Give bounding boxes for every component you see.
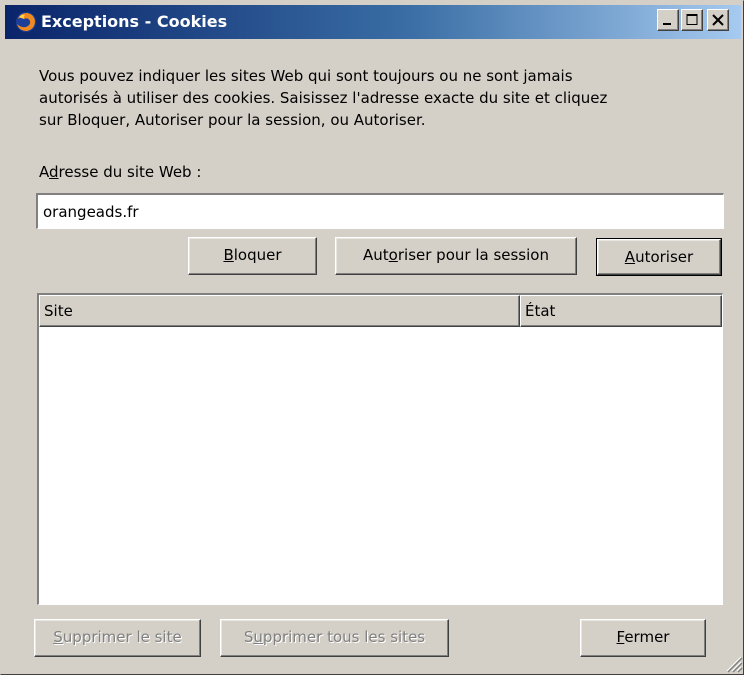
- description-line: Vous pouvez indiquer les sites Web qui s…: [39, 67, 573, 85]
- resize-grip-icon[interactable]: [721, 651, 743, 673]
- address-label-part: A: [39, 163, 49, 181]
- description-text: Vous pouvez indiquer les sites Web qui s…: [39, 65, 719, 131]
- window-title: Exceptions - Cookies: [41, 12, 228, 31]
- maximize-icon: [686, 14, 698, 25]
- remove-site-button[interactable]: Supprimer le site: [34, 619, 201, 657]
- minimize-icon: [663, 23, 671, 25]
- description-line: autorisés à utiliser des cookies. Saisis…: [39, 89, 608, 107]
- address-label: Adresse du site Web :: [39, 161, 201, 183]
- description-line: sur Bloquer, Autoriser pour la session, …: [39, 111, 426, 129]
- site-address-input[interactable]: [36, 193, 724, 229]
- column-header-site[interactable]: Site: [39, 295, 520, 327]
- allow-session-label: riser pour la session: [397, 246, 549, 264]
- close-dialog-button[interactable]: Fermer: [580, 619, 706, 657]
- remove-all-sites-button[interactable]: Supprimer tous les sites: [220, 619, 449, 657]
- address-label-accel: d: [49, 163, 59, 181]
- block-accel: B: [223, 246, 234, 264]
- maximize-button[interactable]: [681, 9, 703, 31]
- minimize-button[interactable]: [657, 9, 679, 31]
- firefox-icon: [16, 12, 36, 32]
- column-header-status[interactable]: État: [520, 295, 722, 327]
- allow-session-button[interactable]: Autoriser pour la session: [335, 237, 577, 275]
- close-button[interactable]: [707, 9, 729, 31]
- allow-label: utoriser: [635, 248, 694, 266]
- exceptions-dialog: Exceptions - Cookies Vous pouvez indique…: [0, 0, 744, 675]
- close-dialog-label: ermer: [624, 628, 670, 646]
- address-label-part: resse du site Web :: [58, 163, 202, 181]
- block-label: loquer: [233, 246, 282, 264]
- remove-all-accel: u: [253, 628, 263, 646]
- allow-button[interactable]: Autoriser: [596, 238, 722, 276]
- remove-site-label: upprimer le site: [62, 628, 182, 646]
- exceptions-list[interactable]: Site État: [37, 293, 723, 605]
- block-button[interactable]: Bloquer: [188, 237, 317, 275]
- remove-all-label-part: S: [243, 628, 254, 646]
- allow-accel: A: [624, 248, 636, 266]
- remove-site-accel: S: [53, 628, 63, 646]
- list-header: Site État: [39, 295, 722, 327]
- allow-session-accel: o: [388, 246, 398, 264]
- close-icon: [712, 14, 724, 26]
- allow-session-label-part: Aut: [363, 246, 389, 264]
- remove-all-label: pprimer tous les sites: [262, 628, 426, 646]
- title-bar[interactable]: Exceptions - Cookies: [5, 5, 741, 39]
